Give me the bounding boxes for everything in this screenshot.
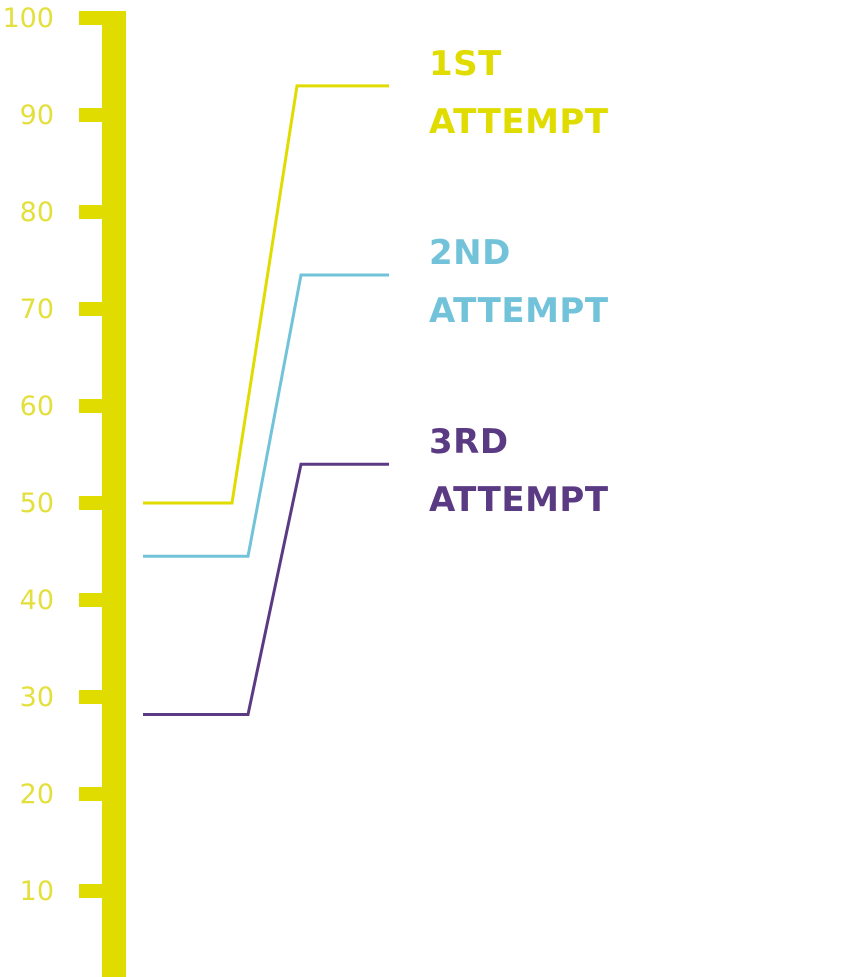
series-line-1 bbox=[143, 84, 389, 505]
series-label-3-line-2: ATTEMPT bbox=[429, 480, 609, 520]
series-label-3-line-1: 3RD bbox=[429, 422, 509, 462]
y-tick-label: 30 bbox=[20, 682, 54, 713]
y-tick-label: 60 bbox=[20, 391, 54, 422]
ruler-minor-tick bbox=[102, 971, 126, 977]
series-label-2-line-2: ATTEMPT bbox=[429, 291, 609, 331]
series-labels: 1ST ATTEMPT 2ND ATTEMPT 3RD ATTEMPT bbox=[429, 44, 609, 520]
y-tick-label: 20 bbox=[20, 779, 54, 810]
y-tick-labels: 10 20 30 40 50 60 70 80 90 100 bbox=[2, 3, 54, 907]
series-lines bbox=[143, 84, 389, 716]
y-tick-label: 100 bbox=[2, 3, 54, 34]
series-label-2-line-1: 2ND bbox=[429, 233, 511, 273]
series-line-2 bbox=[143, 273, 389, 558]
y-tick-label: 90 bbox=[20, 100, 54, 131]
series-label-1-line-1: 1ST bbox=[429, 44, 502, 84]
series-label-1-line-2: ATTEMPT bbox=[429, 102, 609, 142]
y-tick-label: 80 bbox=[20, 197, 54, 228]
y-tick-label: 10 bbox=[20, 876, 54, 907]
y-tick-label: 40 bbox=[20, 585, 54, 616]
y-tick-label: 50 bbox=[20, 488, 54, 519]
y-tick-label: 70 bbox=[20, 294, 54, 325]
ruler-axis bbox=[79, 11, 126, 977]
progress-chart: 10 20 30 40 50 60 70 80 90 100 1ST ATTEMPT 2ND ATTEM… bbox=[2, 3, 609, 977]
